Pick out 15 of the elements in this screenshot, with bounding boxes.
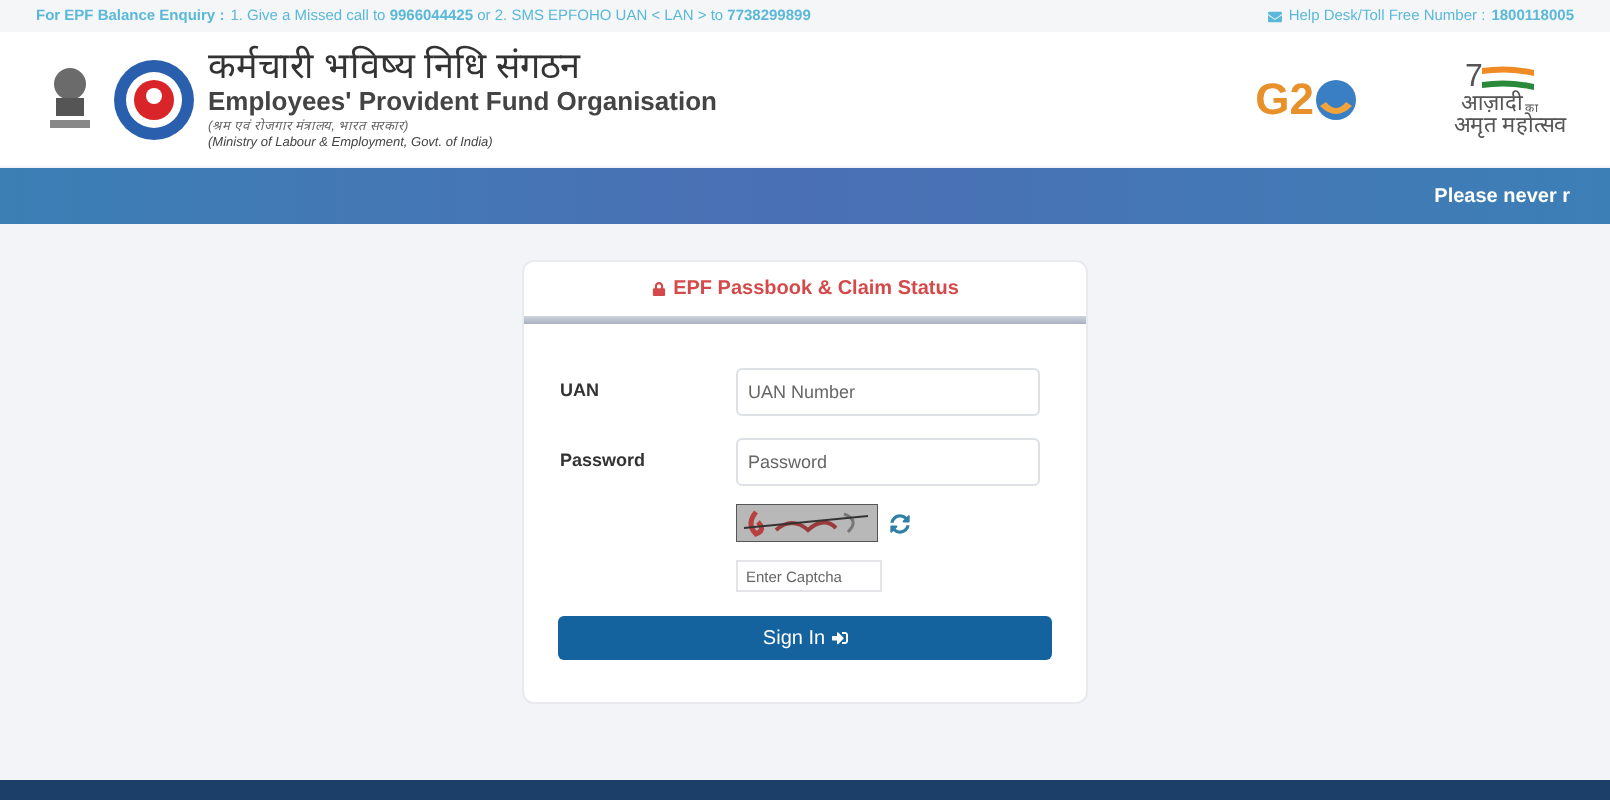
- card-title: EPF Passbook & Claim Status: [673, 276, 959, 304]
- field-label: UAN: [560, 378, 601, 405]
- org-title: Employees' Provident Fund Organisation: [208, 86, 717, 118]
- notice-ticker: Please never r: [1434, 183, 1570, 211]
- refresh-icon[interactable]: [890, 513, 910, 533]
- input-field[interactable]: UAN Number: [736, 368, 1040, 416]
- sign-in-icon: [831, 630, 848, 646]
- g20-logo: G2: [1255, 66, 1358, 132]
- mail-icon: [1268, 9, 1283, 23]
- lock-icon: [651, 282, 666, 296]
- input-field[interactable]: Password: [736, 438, 1040, 486]
- field-label: Password: [560, 448, 648, 475]
- sign-in-button[interactable]: Sign In: [558, 616, 1052, 660]
- org-title-hindi: कर्मचारी भविष्य निधि संगठन: [208, 46, 583, 87]
- logo-icon: [112, 57, 196, 141]
